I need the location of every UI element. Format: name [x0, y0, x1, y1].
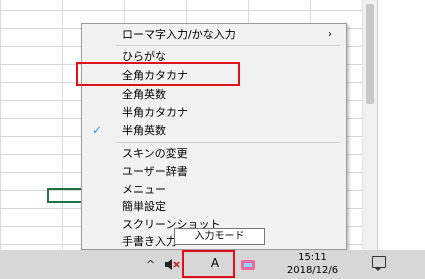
menu-item-label: 簡単設定 — [122, 200, 166, 213]
right-pane — [377, 0, 425, 250]
menu-item-fullwidth-alphanumeric[interactable]: 全角英数 — [82, 86, 346, 103]
menu-item-change-skin[interactable]: スキンの変更 — [82, 145, 346, 162]
vertical-scrollbar[interactable] — [362, 0, 377, 250]
highlight-box-ime-indicator — [182, 250, 235, 278]
active-cell[interactable] — [47, 188, 83, 203]
pane-divider — [377, 0, 378, 250]
menu-item-label: メニュー — [122, 183, 166, 196]
menu-item-label: ローマ字入力/かな入力 — [122, 28, 236, 41]
menu-item-halfwidth-katakana[interactable]: 半角カタカナ — [82, 104, 346, 121]
submenu-arrow-icon: › — [328, 29, 332, 40]
menu-item-label: 半角英数 — [122, 124, 166, 137]
menu-item-label: スキンの変更 — [122, 147, 188, 160]
checkmark-icon: ✓ — [92, 123, 103, 137]
highlight-box-katakana — [76, 62, 240, 86]
menu-item-menu[interactable]: メニュー — [82, 181, 346, 198]
chevron-up-icon[interactable]: ^ — [146, 250, 155, 279]
menu-item-label: 半角カタカナ — [122, 106, 188, 119]
menu-item-label: 全角英数 — [122, 88, 166, 101]
scrollbar-thumb[interactable] — [366, 4, 374, 104]
notification-icon[interactable] — [372, 256, 386, 271]
menu-item-label: ユーザー辞書 — [122, 165, 188, 178]
menu-item-user-dictionary[interactable]: ユーザー辞書 — [82, 163, 346, 180]
menu-item-easy-settings[interactable]: 簡単設定 — [82, 198, 346, 215]
ime-context-menu: ローマ字入力/かな入力 › ひらがな 全角カタカナ 全角英数 半角カタカナ ✓ … — [81, 23, 347, 250]
menu-separator — [116, 45, 340, 46]
ime-mode-tooltip: 入力モード — [174, 228, 265, 245]
speaker-muted-icon[interactable] — [164, 258, 180, 271]
menu-item-halfwidth-alphanumeric[interactable]: ✓ 半角英数 — [82, 122, 346, 139]
menu-item-label: 手書き入力 — [122, 235, 177, 248]
taskbar-clock[interactable]: 15:11 2018/12/6 — [270, 251, 355, 278]
menu-item-input-method[interactable]: ローマ字入力/かな入力 › — [82, 26, 346, 43]
clock-date: 2018/12/6 — [286, 265, 339, 276]
menu-separator — [116, 142, 340, 143]
app-tray-icon[interactable] — [240, 258, 256, 272]
clock-time: 15:11 — [298, 252, 327, 263]
